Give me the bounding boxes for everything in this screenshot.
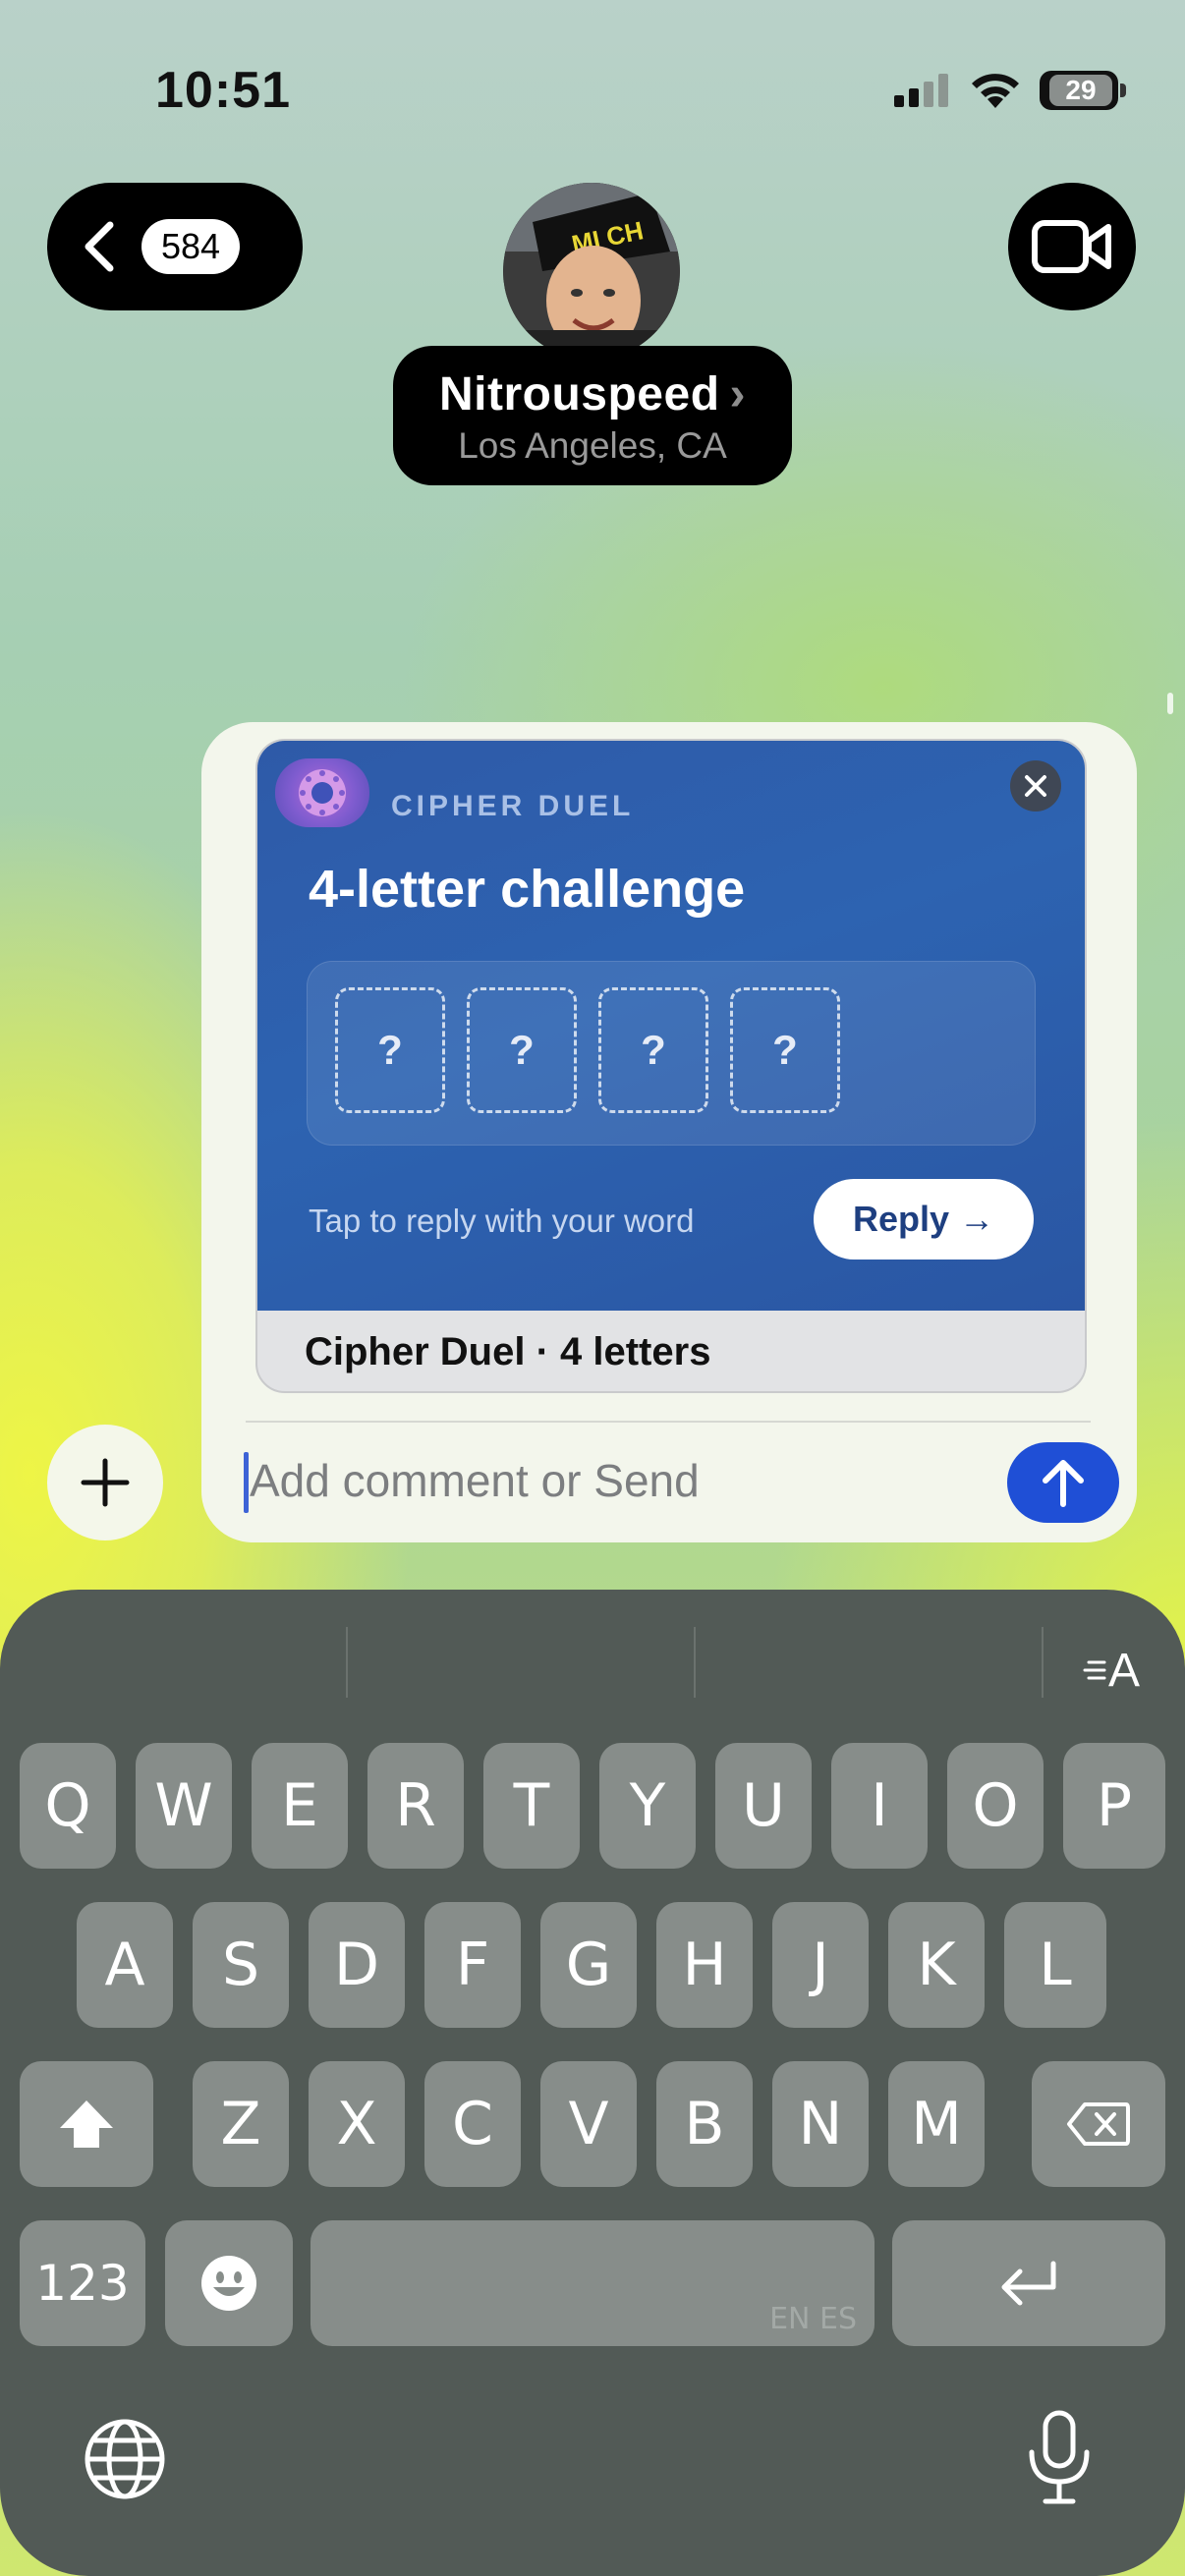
card-caption: Cipher Duel · 4 letters — [305, 1330, 711, 1373]
comment-input[interactable]: Add comment or Send — [250, 1454, 700, 1507]
return-icon — [1001, 2261, 1056, 2306]
wifi-icon — [972, 74, 1019, 108]
letter-slot: ? — [335, 987, 445, 1113]
challenge-title: 4-letter challenge — [309, 860, 746, 919]
reply-button[interactable]: Reply → — [814, 1179, 1034, 1260]
contact-location: Los Angeles, CA — [458, 425, 727, 466]
key-f[interactable]: F — [424, 1902, 521, 2028]
contact-avatar[interactable]: MI CH — [503, 183, 680, 360]
game-card[interactable]: CIPHER DUEL 4-letter challenge ? ? ? ? T… — [255, 739, 1087, 1393]
battery-level: 29 — [1049, 75, 1112, 106]
key-v[interactable]: V — [540, 2061, 637, 2187]
globe-button[interactable] — [81, 2415, 169, 2503]
key-d[interactable]: D — [309, 1902, 405, 2028]
suggestion-divider — [346, 1627, 348, 1698]
video-camera-icon — [1032, 220, 1111, 273]
key-m[interactable]: M — [888, 2061, 985, 2187]
chevron-right-icon: › — [729, 368, 746, 420]
key-o[interactable]: O — [947, 1743, 1044, 1869]
key-x[interactable]: X — [309, 2061, 405, 2187]
key-y[interactable]: Y — [599, 1743, 696, 1869]
return-key[interactable] — [892, 2220, 1165, 2346]
unread-count-badge: 584 — [141, 219, 241, 274]
close-button[interactable] — [1010, 760, 1061, 812]
app-icon — [275, 758, 369, 827]
key-l[interactable]: L — [1004, 1902, 1106, 2028]
back-chevron-icon — [85, 221, 114, 272]
plus-button[interactable] — [47, 1425, 163, 1540]
back-button[interactable]: 584 — [47, 183, 303, 310]
video-call-button[interactable] — [1008, 183, 1136, 310]
emoji-icon — [201, 2256, 256, 2311]
dictation-button[interactable] — [1018, 2409, 1100, 2507]
key-g[interactable]: G — [540, 1902, 637, 2028]
letter-slot: ? — [467, 987, 577, 1113]
contact-name: Nitrouspeed — [438, 368, 720, 420]
key-e[interactable]: E — [252, 1743, 348, 1869]
key-t[interactable]: T — [483, 1743, 580, 1869]
letter-slot: ? — [730, 987, 840, 1113]
key-q[interactable]: Q — [20, 1743, 116, 1869]
key-a[interactable]: A — [77, 1902, 173, 2028]
text-format-button[interactable]: A — [1083, 1643, 1146, 1698]
card-body: CIPHER DUEL 4-letter challenge ? ? ? ? T… — [257, 741, 1085, 1311]
key-h[interactable]: H — [656, 1902, 753, 2028]
letter-slots: ? ? ? ? — [307, 961, 1036, 1146]
delete-icon — [1067, 2102, 1130, 2146]
key-r[interactable]: R — [367, 1743, 464, 1869]
key-n[interactable]: N — [772, 2061, 869, 2187]
reply-hint: Tap to reply with your word — [309, 1203, 695, 1239]
text-format-icon — [1083, 1660, 1106, 1680]
contact-name-pill[interactable]: Nitrouspeed › Los Angeles, CA — [393, 346, 792, 485]
key-k[interactable]: K — [888, 1902, 985, 2028]
send-button[interactable] — [1007, 1442, 1119, 1523]
key-b[interactable]: B — [656, 2061, 753, 2187]
app-name: CIPHER DUEL — [391, 790, 635, 822]
emoji-key[interactable] — [165, 2220, 293, 2346]
key-c[interactable]: C — [424, 2061, 521, 2187]
key-w[interactable]: W — [136, 1743, 232, 1869]
suggestion-divider — [694, 1627, 696, 1698]
letter-slot: ? — [598, 987, 708, 1113]
status-icons: 29 — [894, 71, 1126, 110]
keyboard-languages: EN ES — [769, 2302, 857, 2336]
text-format-label: A — [1108, 1644, 1141, 1697]
key-i[interactable]: I — [831, 1743, 928, 1869]
globe-icon — [85, 2419, 165, 2499]
key-s[interactable]: S — [193, 1902, 289, 2028]
divider — [246, 1421, 1091, 1423]
text-caret — [244, 1452, 249, 1513]
shift-key[interactable] — [20, 2061, 153, 2187]
shift-icon — [60, 2100, 113, 2148]
scroll-indicator — [1167, 693, 1173, 714]
send-arrow-icon — [1043, 1460, 1084, 1507]
battery-icon: 29 — [1040, 71, 1126, 110]
plus-icon — [81, 1458, 130, 1507]
delete-key[interactable] — [1032, 2061, 1165, 2187]
key-j[interactable]: J — [772, 1902, 869, 2028]
key-p[interactable]: P — [1063, 1743, 1165, 1869]
status-time: 10:51 — [155, 62, 291, 119]
suggestion-divider — [1042, 1627, 1044, 1698]
key-z[interactable]: Z — [193, 2061, 289, 2187]
numbers-key[interactable]: 123 — [20, 2220, 145, 2346]
key-u[interactable]: U — [715, 1743, 812, 1869]
close-icon — [1025, 775, 1046, 797]
signal-icon — [894, 74, 948, 107]
space-key[interactable]: EN ES — [310, 2220, 875, 2346]
microphone-icon — [1029, 2410, 1090, 2504]
